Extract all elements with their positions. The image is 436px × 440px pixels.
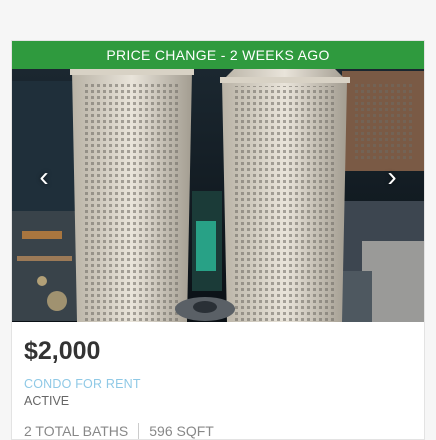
square-footage: 596 SQFT — [149, 423, 214, 439]
previous-photo-button[interactable]: ‹ — [30, 161, 58, 193]
baths-count: 2 TOTAL BATHS — [24, 423, 129, 439]
listing-price: $2,000 — [24, 337, 101, 365]
listing-stats: 2 TOTAL BATHS 596 SQFT — [24, 423, 214, 439]
listing-status: ACTIVE — [24, 394, 70, 408]
chevron-right-icon: › — [387, 161, 397, 192]
top-strip — [0, 0, 436, 40]
property-type: CONDO FOR RENT — [24, 377, 141, 391]
photo-image — [12, 41, 424, 322]
stats-divider — [138, 423, 140, 439]
listing-photo[interactable]: PRICE CHANGE - 2 WEEKS AGO ‹ › — [12, 41, 424, 322]
next-photo-button[interactable]: › — [378, 161, 406, 193]
price-change-banner: PRICE CHANGE - 2 WEEKS AGO — [12, 41, 424, 69]
listing-card[interactable]: PRICE CHANGE - 2 WEEKS AGO ‹ › $2,000 CO… — [11, 40, 425, 440]
chevron-left-icon: ‹ — [39, 161, 49, 192]
